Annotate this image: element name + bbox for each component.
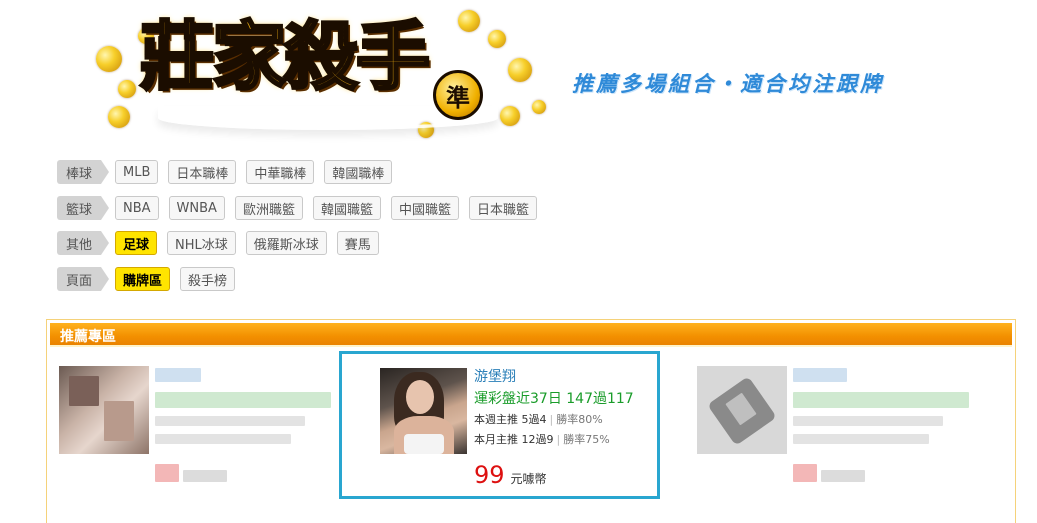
tipster-info: 游堡翔 運彩盤近37日 147過117 本週主推 5過4 | 勝率80% 本月主推 …: [474, 367, 634, 450]
tipster-card-featured[interactable]: 游堡翔 運彩盤近37日 147過117 本週主推 5過4 | 勝率80% 本月主推 …: [339, 351, 660, 499]
blurred-stat: [155, 434, 291, 444]
tipster-avatar-blurred: [697, 366, 787, 454]
category-button-khl[interactable]: 俄羅斯冰球: [245, 231, 327, 255]
recommend-title: 推薦專區: [60, 329, 116, 345]
category-row-other: 其他 足球 NHL冰球 俄羅斯冰球 賽馬: [57, 231, 389, 255]
coin-decoration: [532, 100, 546, 114]
tipster-card-blurred-right[interactable]: [697, 360, 987, 498]
price-unit: 元噱幣: [510, 472, 547, 486]
category-button-mlb[interactable]: MLB: [115, 160, 159, 184]
blurred-name: [155, 368, 201, 382]
category-button-cba[interactable]: 中國職籃: [390, 196, 459, 220]
blurred-price: [155, 464, 179, 482]
category-button-nhl[interactable]: NHL冰球: [167, 231, 236, 255]
blurred-stat: [793, 434, 929, 444]
blurred-price-unit: [183, 470, 227, 482]
category-row-page: 頁面 購牌區 殺手榜: [57, 267, 245, 291]
category-row-basketball: 籃球 NBA WNBA 歐洲職籃 韓國職籃 中國職籃 日本職籃: [57, 196, 547, 220]
category-button-horse-racing[interactable]: 賽馬: [336, 231, 379, 255]
page-button-ranking[interactable]: 殺手榜: [180, 267, 236, 291]
category-button-euroleague[interactable]: 歐洲職籃: [234, 196, 303, 220]
tipster-avatar-blurred: [59, 366, 149, 454]
category-button-cpbl[interactable]: 中華職棒: [246, 160, 315, 184]
blurred-price-unit: [821, 470, 865, 482]
logo-text: 莊家殺手: [139, 14, 432, 100]
coin-decoration: [508, 58, 532, 82]
category-button-kbl[interactable]: 韓國職籃: [312, 196, 381, 220]
category-label: 棒球: [57, 160, 109, 184]
tipster-card-blurred-left[interactable]: [59, 360, 339, 498]
category-button-soccer[interactable]: 足球: [115, 231, 158, 255]
category-row-baseball: 棒球 MLB 日本職棒 中華職棒 韓國職棒: [57, 160, 402, 184]
site-header: 莊家殺手 準 推薦多場組合・適合均注跟牌: [0, 0, 1037, 150]
tipster-name[interactable]: 游堡翔: [474, 367, 634, 387]
monthly-stat-label: 本月主推 12過9: [474, 433, 554, 446]
blurred-name: [793, 368, 847, 382]
category-label: 頁面: [57, 267, 109, 291]
category-label: 其他: [57, 231, 109, 255]
category-button-kbo[interactable]: 韓國職棒: [324, 160, 393, 184]
blurred-stat: [793, 416, 943, 426]
site-logo[interactable]: 莊家殺手 準: [88, 10, 568, 140]
header-tagline: 推薦多場組合・適合均注跟牌: [572, 72, 884, 96]
coin-decoration: [96, 46, 122, 72]
blurred-price: [793, 464, 817, 482]
category-label: 籃球: [57, 196, 109, 220]
logo-badge: 準: [433, 70, 483, 120]
page-button-purchase[interactable]: 購牌區: [115, 267, 171, 291]
coin-decoration: [108, 106, 130, 128]
tipster-price[interactable]: 99 元噱幣: [474, 461, 547, 489]
coin-decoration: [488, 30, 506, 48]
monthly-win-rate: 勝率75%: [563, 433, 610, 446]
tipster-record: 運彩盤近37日 147過117: [474, 391, 634, 407]
price-amount: 99: [474, 461, 505, 489]
category-button-nba[interactable]: NBA: [115, 196, 159, 220]
weekly-stat-label: 本週主推 5過4: [474, 413, 547, 426]
blurred-record: [793, 392, 969, 408]
category-button-wnba[interactable]: WNBA: [168, 196, 225, 220]
weekly-win-rate: 勝率80%: [556, 413, 603, 426]
category-button-npb[interactable]: 日本職棒: [168, 160, 237, 184]
recommend-header-bar: 推薦專區: [50, 323, 1012, 347]
header-stripe: [50, 345, 1012, 347]
coin-decoration: [500, 106, 520, 126]
coin-decoration: [458, 10, 480, 32]
blurred-record: [155, 392, 331, 408]
tipster-avatar: [380, 368, 467, 454]
coin-decoration: [118, 80, 136, 98]
monthly-stat: 本月主推 12過9 | 勝率75%: [474, 433, 610, 446]
category-button-bleague[interactable]: 日本職籃: [468, 196, 537, 220]
blurred-stat: [155, 416, 305, 426]
weekly-stat: 本週主推 5過4 | 勝率80%: [474, 413, 603, 426]
